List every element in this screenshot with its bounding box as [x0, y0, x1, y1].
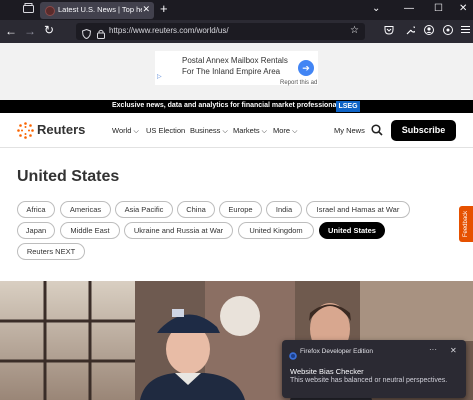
search-icon[interactable]	[371, 123, 383, 141]
notification-app-name: Firefox Developer Edition	[300, 348, 373, 355]
tab-title: Latest U.S. News | Top headlines	[58, 5, 142, 14]
reload-icon[interactable]: ↻	[44, 23, 54, 37]
nav-more[interactable]: More ⌵	[273, 126, 297, 136]
chip-india[interactable]: India	[266, 201, 302, 218]
notification-more-icon[interactable]: ···	[429, 345, 437, 354]
ad-arrow-icon[interactable]: ➔	[298, 60, 314, 76]
my-news-link[interactable]: My News	[334, 126, 365, 135]
chip-asia-pacific[interactable]: Asia Pacific	[115, 201, 173, 218]
wrench-icon[interactable]	[405, 25, 417, 39]
feedback-tab[interactable]: Feedback	[459, 206, 473, 242]
page-title: United States	[17, 168, 120, 185]
window-close-button[interactable]: ✕	[459, 3, 467, 14]
notification-title: Website Bias Checker	[290, 367, 364, 376]
report-ad-link[interactable]: Report this ad	[280, 80, 317, 86]
minimize-button[interactable]: —	[404, 3, 414, 14]
nav-world[interactable]: World ⌵	[112, 126, 139, 136]
browser-navigation-bar: ← → ↻ https://www.reuters.com/world/us/ …	[0, 20, 473, 43]
chevron-down-icon: ⌵	[292, 128, 298, 135]
new-tab-button[interactable]: +	[160, 1, 168, 16]
chip-reuters-next[interactable]: Reuters NEXT	[17, 243, 85, 260]
chip-united-states[interactable]: United States	[319, 222, 385, 239]
reuters-logo-icon[interactable]	[17, 122, 34, 144]
url-text: https://www.reuters.com/world/us/	[109, 26, 229, 35]
tab-close-icon[interactable]: ✕	[142, 4, 150, 15]
chip-japan[interactable]: Japan	[17, 222, 55, 239]
chip-africa[interactable]: Africa	[17, 201, 55, 218]
promo-text: Exclusive news, data and analytics for f…	[112, 102, 343, 109]
nav-business[interactable]: Business ⌵	[190, 126, 228, 136]
menu-hamburger-icon[interactable]	[461, 25, 470, 38]
tab-list-chevron-icon[interactable]: ⌄	[372, 3, 380, 14]
chip-middle-east[interactable]: Middle East	[60, 222, 120, 239]
firefox-icon	[289, 347, 297, 365]
bookmark-star-icon[interactable]: ☆	[350, 25, 359, 36]
ad-line-2: For The Inland Empire Area	[182, 67, 281, 76]
extensions-icon[interactable]	[443, 25, 453, 39]
chevron-down-icon: ⌵	[261, 128, 267, 135]
back-arrow-icon[interactable]: ←	[5, 24, 17, 38]
ad-zone: ▷ Postal Annex Mailbox Rentals For The I…	[0, 43, 473, 100]
ad-line-1: Postal Annex Mailbox Rentals	[182, 56, 288, 65]
notification-body: This website has balanced or neutral per…	[290, 377, 448, 384]
chevron-down-icon: ⌵	[133, 128, 139, 135]
maximize-button[interactable]: ☐	[434, 3, 443, 14]
pocket-icon[interactable]	[384, 25, 394, 39]
nav-markets[interactable]: Markets ⌵	[233, 126, 267, 136]
ad-choices-icon[interactable]: ▷	[157, 73, 162, 80]
subscribe-button[interactable]: Subscribe	[391, 120, 456, 141]
promo-banner[interactable]: Exclusive news, data and analytics for f…	[0, 100, 473, 113]
tab-overview-icon[interactable]	[23, 3, 34, 17]
chip-united-kingdom[interactable]: United Kingdom	[238, 222, 314, 239]
chip-israel-hamas[interactable]: Israel and Hamas at War	[306, 201, 410, 218]
chip-americas[interactable]: Americas	[60, 201, 111, 218]
browser-tab-strip: Latest U.S. News | Top headlines ✕ + ⌄ —…	[0, 0, 473, 20]
lock-icon[interactable]	[97, 26, 105, 44]
chevron-down-icon: ⌵	[222, 128, 228, 135]
browser-tab-active[interactable]: Latest U.S. News | Top headlines ✕	[40, 2, 154, 19]
tracking-shield-icon[interactable]	[81, 26, 92, 44]
chip-europe[interactable]: Europe	[219, 201, 262, 218]
address-bar[interactable]: https://www.reuters.com/world/us/ ☆	[76, 23, 365, 40]
firefox-notification[interactable]: Firefox Developer Edition ··· ✕ Website …	[282, 340, 466, 398]
lseg-logo: LSEG	[336, 101, 360, 112]
chip-ukraine-russia[interactable]: Ukraine and Russia at War	[124, 222, 233, 239]
notification-close-icon[interactable]: ✕	[450, 346, 457, 355]
reuters-logo-text[interactable]: Reuters	[37, 122, 85, 137]
forward-arrow-icon[interactable]: →	[24, 24, 36, 38]
account-icon[interactable]	[424, 25, 434, 39]
chip-china[interactable]: China	[177, 201, 215, 218]
nav-us-election[interactable]: US Election	[146, 126, 185, 135]
site-header: Reuters World ⌵ US Election Business ⌵ Mar…	[0, 113, 473, 148]
reuters-favicon	[45, 6, 55, 16]
